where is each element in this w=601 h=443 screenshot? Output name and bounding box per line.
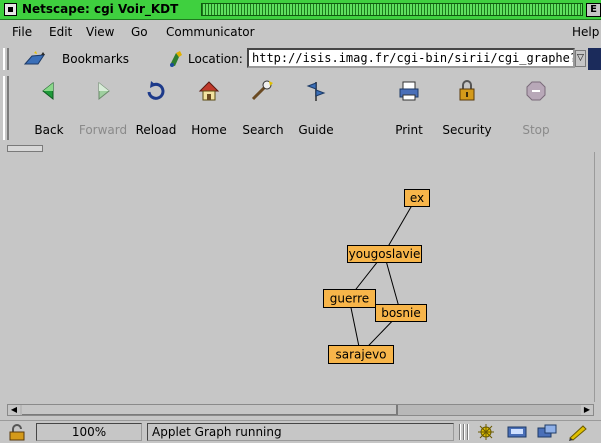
content-collapse-tab[interactable] xyxy=(7,145,43,152)
window-menu-icon[interactable] xyxy=(4,3,17,16)
vertical-scrollbar[interactable] xyxy=(594,152,601,402)
discussion-component-icon[interactable] xyxy=(536,423,558,441)
reload-button[interactable]: Reload xyxy=(128,75,184,141)
graph-node-yougoslavie[interactable]: yougoslavie xyxy=(347,245,422,263)
search-label: Search xyxy=(242,123,284,137)
graph-node-label: yougoslavie xyxy=(349,247,421,261)
security-label: Security xyxy=(442,123,492,137)
reload-icon xyxy=(147,81,165,100)
graph-node-sarajevo[interactable]: sarajevo xyxy=(328,345,394,364)
graph-node-label: ex xyxy=(410,191,424,205)
back-label: Back xyxy=(34,123,64,137)
guide-icon xyxy=(306,82,326,101)
url-dropdown-button[interactable]: ▽ xyxy=(575,50,586,67)
location-bar: Bookmarks Location: http://isis.imag.fr/… xyxy=(0,45,601,72)
navigation-toolbar: Back Forward Reload Home Search Guide Pr… xyxy=(0,73,601,145)
reload-label: Reload xyxy=(135,123,177,137)
netscape-logo[interactable] xyxy=(588,48,601,70)
bookmarks-button-label[interactable]: Bookmarks xyxy=(62,52,129,66)
status-message: Applet Graph running xyxy=(147,423,454,441)
graph-node-guerre[interactable]: guerre xyxy=(323,289,376,308)
horizontal-scrollbar[interactable]: ◀ ▶ xyxy=(7,404,594,416)
print-icon xyxy=(399,81,419,101)
print-button[interactable]: Print xyxy=(381,75,437,141)
security-lock-icon xyxy=(459,80,475,101)
zoom-level: 100% xyxy=(36,423,142,441)
window-control-button[interactable]: E xyxy=(586,3,601,17)
graph-node-ex[interactable]: ex xyxy=(404,189,430,207)
search-button[interactable]: Search xyxy=(235,75,291,141)
forward-arrow-icon xyxy=(98,81,110,101)
menu-go[interactable]: Go xyxy=(131,25,148,39)
title-bar[interactable]: Netscape: cgi Voir_KDT E xyxy=(0,0,601,20)
back-button[interactable]: Back xyxy=(21,75,77,141)
navigator-component-icon[interactable] xyxy=(475,423,497,441)
menu-help[interactable]: Help xyxy=(572,25,599,39)
home-icon xyxy=(198,81,220,101)
toolbar-grip[interactable] xyxy=(3,76,9,140)
scroll-right-arrow-icon[interactable]: ▶ xyxy=(581,405,593,415)
print-label: Print xyxy=(395,123,423,137)
graph-node-bosnie[interactable]: bosnie xyxy=(375,304,427,322)
guide-label: Guide xyxy=(298,123,334,137)
title-bar-pattern xyxy=(201,3,583,16)
url-input[interactable]: http://isis.imag.fr/cgi-bin/sirii/cgi_gr… xyxy=(247,48,575,68)
stop-icon xyxy=(526,81,546,101)
applet-graph-area[interactable]: ex yougoslavie guerre bosnie sarajevo xyxy=(7,152,594,402)
security-button[interactable]: Security xyxy=(439,75,495,141)
menu-communicator[interactable]: Communicator xyxy=(166,25,255,39)
forward-button[interactable]: Forward xyxy=(75,75,131,141)
location-bar-grip[interactable] xyxy=(3,48,9,70)
status-security-icon[interactable] xyxy=(6,424,28,441)
menu-bar: File Edit View Go Communicator Help xyxy=(0,21,601,43)
home-label: Home xyxy=(191,123,227,137)
bookmarks-icon[interactable] xyxy=(24,51,46,67)
graph-canvas[interactable]: ex yougoslavie guerre bosnie sarajevo xyxy=(7,152,594,402)
graph-node-label: bosnie xyxy=(381,306,421,320)
search-icon xyxy=(251,80,273,101)
horizontal-scroll-thumb[interactable] xyxy=(22,405,398,415)
graph-node-label: guerre xyxy=(330,292,369,306)
location-icon[interactable] xyxy=(166,49,186,69)
home-button[interactable]: Home xyxy=(181,75,237,141)
stop-button[interactable]: Stop xyxy=(508,75,564,141)
mail-component-icon[interactable] xyxy=(506,423,528,441)
graph-node-label: sarajevo xyxy=(335,348,386,362)
status-bar: 100% Applet Graph running xyxy=(0,420,601,443)
scroll-left-arrow-icon[interactable]: ◀ xyxy=(8,405,20,415)
location-label: Location: xyxy=(188,52,243,66)
stop-label: Stop xyxy=(522,123,550,137)
menu-file[interactable]: File xyxy=(12,25,32,39)
menu-edit[interactable]: Edit xyxy=(49,25,72,39)
forward-label: Forward xyxy=(78,123,128,137)
menu-view[interactable]: View xyxy=(86,25,114,39)
composer-component-icon[interactable] xyxy=(567,423,589,441)
status-bar-grip[interactable] xyxy=(459,424,471,440)
back-arrow-icon xyxy=(42,81,54,101)
window-title: Netscape: cgi Voir_KDT xyxy=(22,2,179,16)
guide-button[interactable]: Guide xyxy=(288,75,344,141)
